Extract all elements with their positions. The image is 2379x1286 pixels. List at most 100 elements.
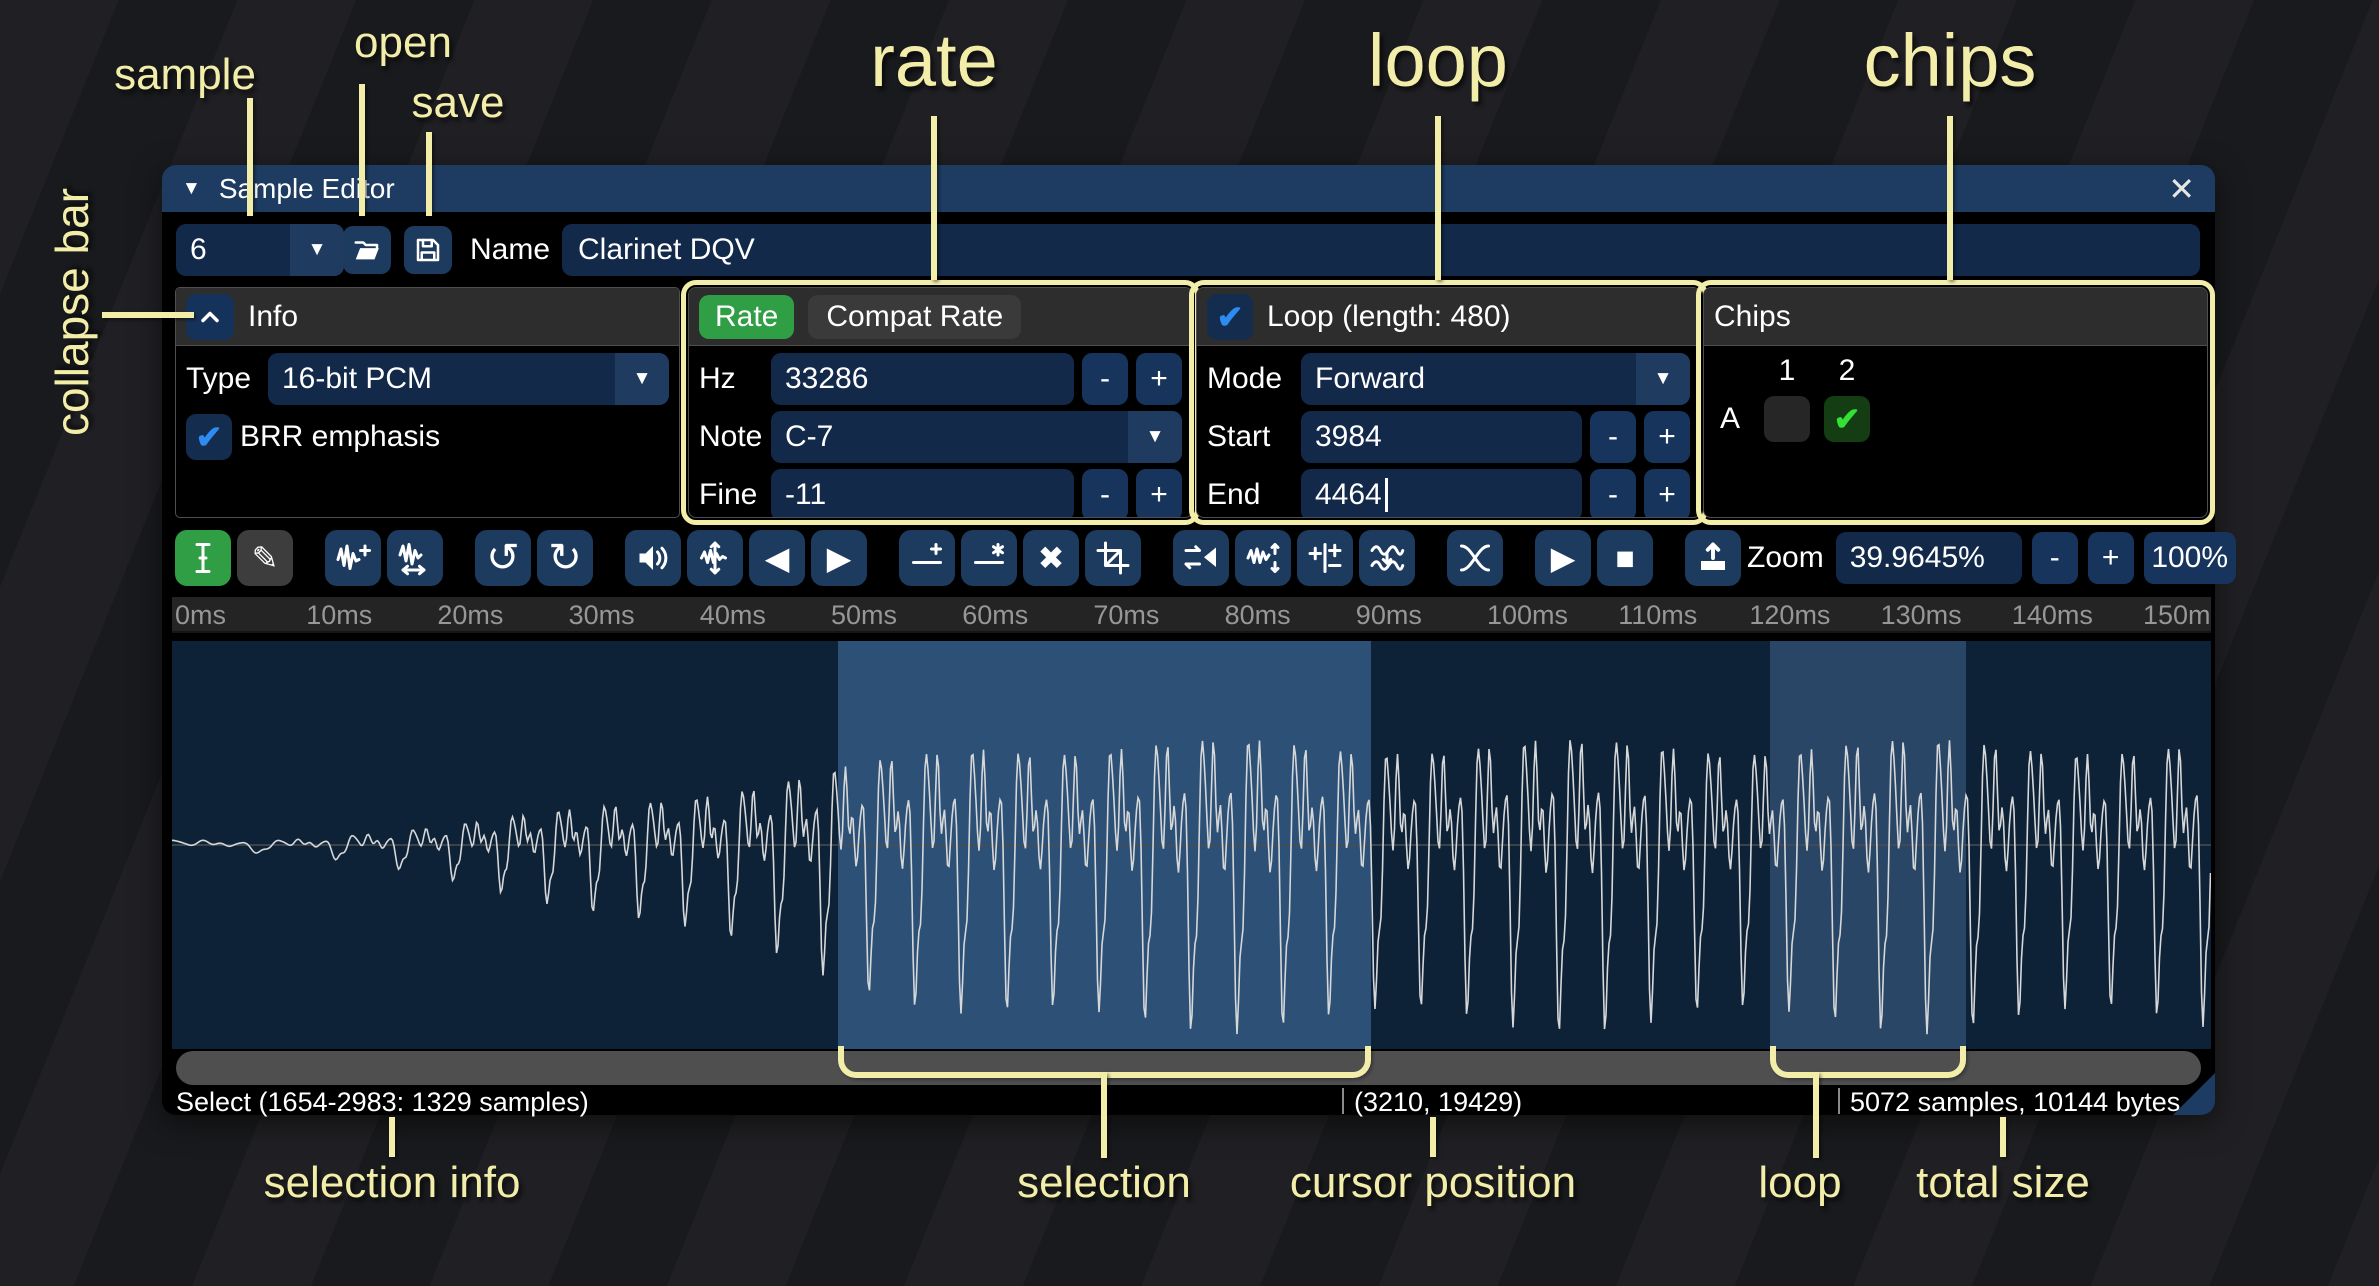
info-panel: Info Type 16-bit PCM ▼ ✔ BRR emphasis xyxy=(175,287,680,518)
crossfade-button[interactable] xyxy=(1447,530,1503,586)
open-sample-button[interactable] xyxy=(343,226,391,274)
sample-type-dropdown[interactable]: 16-bit PCM ▼ xyxy=(268,353,669,405)
sample-slot-dropdown[interactable]: 6 ▼ xyxy=(176,224,344,276)
ruler-tick: 60ms xyxy=(962,600,1028,631)
loop-start-minus-button[interactable]: - xyxy=(1590,411,1636,463)
annotation-loop: loop xyxy=(1368,18,1508,103)
chips-panel: Chips 1 2 A ✔ xyxy=(1703,287,2208,518)
folder-open-icon xyxy=(352,235,382,265)
reverse-button[interactable] xyxy=(1173,530,1229,586)
loop-start-plus-button[interactable]: + xyxy=(1644,411,1690,463)
waveform-trace xyxy=(172,641,2211,1049)
fade-in-button[interactable]: ◀ xyxy=(749,530,805,586)
select-tool-button[interactable] xyxy=(175,530,231,586)
loop-end-minus-button[interactable]: - xyxy=(1590,469,1636,518)
chevron-down-icon[interactable]: ▼ xyxy=(1636,353,1690,405)
hz-value: 33286 xyxy=(785,362,868,396)
insert-silence-button[interactable] xyxy=(899,530,955,586)
normalize-button[interactable] xyxy=(687,530,743,586)
chip-1-checkbox[interactable] xyxy=(1764,396,1810,442)
rate-panel: Rate Compat Rate Hz 33286 - + Note xyxy=(688,287,1193,518)
chips-panel-title: Chips xyxy=(1714,300,1791,334)
status-divider xyxy=(1838,1088,1840,1114)
status-bar: Select (1654-2983: 1329 samples) (3210, … xyxy=(162,1087,2215,1115)
annotation-line-selection-info xyxy=(389,1117,395,1157)
note-dropdown[interactable]: C-7 ▼ xyxy=(771,411,1182,463)
filter-button[interactable] xyxy=(1359,530,1415,586)
trim-button[interactable] xyxy=(1085,530,1141,586)
plus-bar-minus-icon xyxy=(1307,540,1343,576)
undo-button[interactable]: ↺ xyxy=(475,530,531,586)
cursor-position-text: (3210, 19429) xyxy=(1354,1087,1522,1118)
loop-end-value: 4464 xyxy=(1315,478,1382,512)
stop-button[interactable]: ■ xyxy=(1597,530,1653,586)
loop-mode-dropdown[interactable]: Forward ▼ xyxy=(1301,353,1690,405)
wave-invert-icon xyxy=(1245,540,1281,576)
invert-button[interactable] xyxy=(1235,530,1291,586)
fine-input[interactable]: -11 xyxy=(771,469,1074,518)
chevron-up-icon xyxy=(196,303,224,331)
ruler-tick: 150ms xyxy=(2143,600,2211,631)
waveform-view[interactable] xyxy=(172,641,2211,1049)
chevron-down-icon[interactable]: ▼ xyxy=(615,353,669,405)
title-bar[interactable]: ▼ Sample Editor ✕ xyxy=(162,165,2215,212)
loop-panel-title: Loop (length: 480) xyxy=(1267,300,1511,334)
window-title: Sample Editor xyxy=(219,173,395,205)
apply-silence-button[interactable] xyxy=(961,530,1017,586)
loop-bracket xyxy=(1770,1046,1966,1078)
window-collapse-icon[interactable]: ▼ xyxy=(182,179,201,198)
loop-start-input[interactable]: 3984 xyxy=(1301,411,1582,463)
loop-enable-checkbox[interactable]: ✔ xyxy=(1207,294,1253,340)
delete-button[interactable]: ✖ xyxy=(1023,530,1079,586)
name-input[interactable]: Clarinet DQV xyxy=(562,224,2200,276)
ruler-tick: 120ms xyxy=(1749,600,1830,631)
annotation-line-sample xyxy=(247,98,253,216)
hz-plus-button[interactable]: + xyxy=(1136,353,1182,405)
zoom-reset-button[interactable]: 100% xyxy=(2144,532,2236,584)
redo-button[interactable]: ↻ xyxy=(537,530,593,586)
crossing-curves-icon xyxy=(1457,540,1493,576)
resize-button[interactable] xyxy=(325,530,381,586)
zoom-value-input[interactable]: 39.9645% xyxy=(1836,532,2022,584)
loop-panel: ✔ Loop (length: 480) Mode Forward ▼ Star… xyxy=(1196,287,1701,518)
annotation-line-loop xyxy=(1435,116,1441,280)
save-sample-button[interactable] xyxy=(404,226,452,274)
play-button[interactable]: ▶ xyxy=(1535,530,1591,586)
close-icon[interactable]: ✕ xyxy=(2168,170,2195,208)
annotation-sample: sample xyxy=(114,50,256,100)
loop-end-plus-button[interactable]: + xyxy=(1644,469,1690,518)
note-value: C-7 xyxy=(785,420,833,454)
chip-2-checkbox[interactable]: ✔ xyxy=(1824,396,1870,442)
hz-input[interactable]: 33286 xyxy=(771,353,1074,405)
fine-plus-button[interactable]: + xyxy=(1136,469,1182,518)
loop-mode-label: Mode xyxy=(1207,362,1293,396)
chips-column-2: 2 xyxy=(1839,354,1856,388)
draw-tool-button[interactable]: ✎ xyxy=(237,530,293,586)
chevron-down-icon[interactable]: ▼ xyxy=(1128,411,1182,463)
signed-unsigned-button[interactable] xyxy=(1297,530,1353,586)
total-size-text: 5072 samples, 10144 bytes xyxy=(1850,1087,2180,1118)
chevron-down-icon[interactable]: ▼ xyxy=(290,224,344,276)
ruler-tick: 130ms xyxy=(1881,600,1962,631)
page-background: ▼ Sample Editor ✕ 6 ▼ Name Clarinet DQV xyxy=(0,0,2379,1286)
annotation-cursor-position: cursor position xyxy=(1290,1158,1576,1208)
brr-emphasis-checkbox[interactable]: ✔ xyxy=(186,414,232,460)
loop-end-input[interactable]: 4464 xyxy=(1301,469,1582,518)
status-divider xyxy=(1342,1088,1344,1114)
loop-start-label: Start xyxy=(1207,420,1293,454)
annotation-line-cursor-position xyxy=(1430,1117,1436,1157)
fade-out-button[interactable]: ▶ xyxy=(811,530,867,586)
amplify-button[interactable] xyxy=(625,530,681,586)
time-ruler[interactable]: 0ms10ms20ms30ms40ms50ms60ms70ms80ms90ms1… xyxy=(172,597,2211,633)
fine-minus-button[interactable]: - xyxy=(1082,469,1128,518)
zoom-out-button[interactable]: - xyxy=(2032,532,2078,584)
upload-button[interactable] xyxy=(1685,530,1741,586)
resample-button[interactable] xyxy=(387,530,443,586)
rate-mode-button[interactable]: Rate xyxy=(699,295,794,339)
undo-icon: ↺ xyxy=(486,535,520,581)
name-value: Clarinet DQV xyxy=(578,233,755,267)
ruler-tick: 20ms xyxy=(437,600,503,631)
compat-rate-button[interactable]: Compat Rate xyxy=(808,295,1021,339)
hz-minus-button[interactable]: - xyxy=(1082,353,1128,405)
zoom-in-button[interactable]: + xyxy=(2088,532,2134,584)
